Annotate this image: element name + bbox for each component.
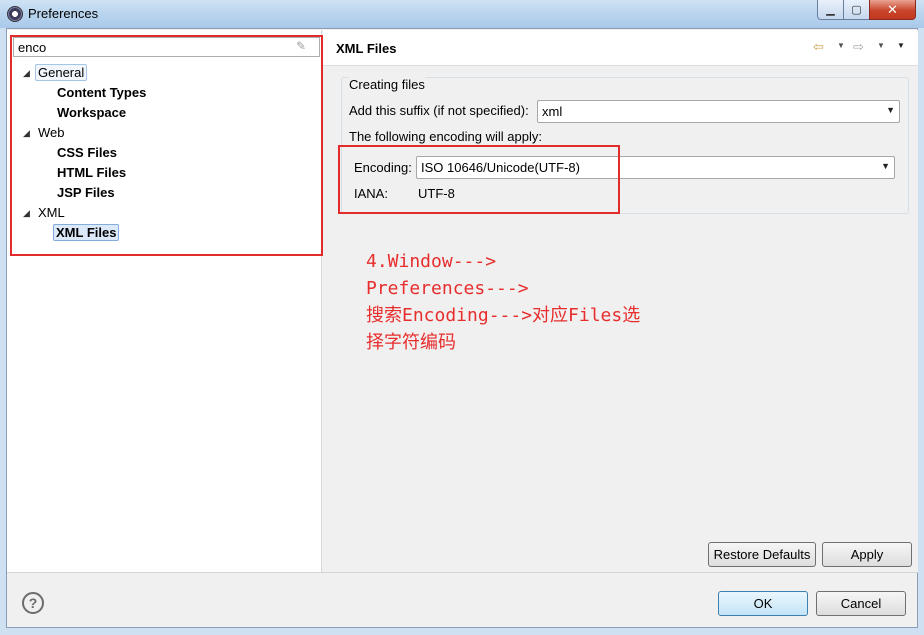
forward-history-dropdown-icon[interactable]: ▼	[877, 41, 885, 50]
maximize-icon: ▢	[851, 4, 862, 16]
encoding-intro-text: The following encoding will apply:	[349, 129, 542, 144]
apply-button[interactable]: Apply	[822, 542, 912, 567]
page-header: XML Files ⇦ ▼ ⇨ ▼ ▼	[323, 30, 918, 66]
annotation-line: 择字符编码	[366, 332, 456, 353]
annotation-line: Preferences--->	[366, 278, 529, 299]
creating-files-legend: Creating files	[349, 77, 425, 92]
help-icon[interactable]: ?	[22, 592, 44, 614]
title-bar: Preferences ▁ ▢ ✕	[0, 0, 924, 28]
chevron-down-icon: ▼	[886, 105, 895, 115]
bottom-separator	[7, 572, 918, 573]
eclipse-app-icon	[7, 6, 23, 22]
suffix-select[interactable]: xml ▼	[537, 100, 900, 123]
view-menu-icon[interactable]: ▼	[897, 41, 905, 50]
suffix-label: Add this suffix (if not specified):	[349, 103, 529, 118]
close-icon: ✕	[887, 1, 898, 17]
highlight-box-encoding	[338, 145, 620, 214]
annotation-line: 搜索Encoding--->对应Files选	[366, 305, 641, 326]
chevron-down-icon: ▼	[881, 161, 890, 171]
maximize-button[interactable]: ▢	[843, 0, 870, 20]
ok-button[interactable]: OK	[718, 591, 808, 616]
close-button[interactable]: ✕	[869, 0, 916, 20]
page-title: XML Files	[336, 41, 397, 56]
minimize-icon: ▁	[826, 4, 835, 16]
forward-arrow-icon[interactable]: ⇨	[853, 39, 864, 55]
back-arrow-icon[interactable]: ⇦	[813, 39, 824, 55]
annotation-text: 4.Window---> Preferences---> 搜索Encoding-…	[366, 248, 716, 356]
window-title: Preferences	[28, 6, 99, 21]
back-history-dropdown-icon[interactable]: ▼	[837, 41, 845, 50]
annotation-line: 4.Window--->	[366, 251, 497, 272]
suffix-value: xml	[542, 104, 563, 119]
restore-defaults-button[interactable]: Restore Defaults	[708, 542, 816, 567]
minimize-button[interactable]: ▁	[817, 0, 844, 20]
highlight-box-tree	[10, 35, 323, 256]
cancel-button[interactable]: Cancel	[816, 591, 906, 616]
